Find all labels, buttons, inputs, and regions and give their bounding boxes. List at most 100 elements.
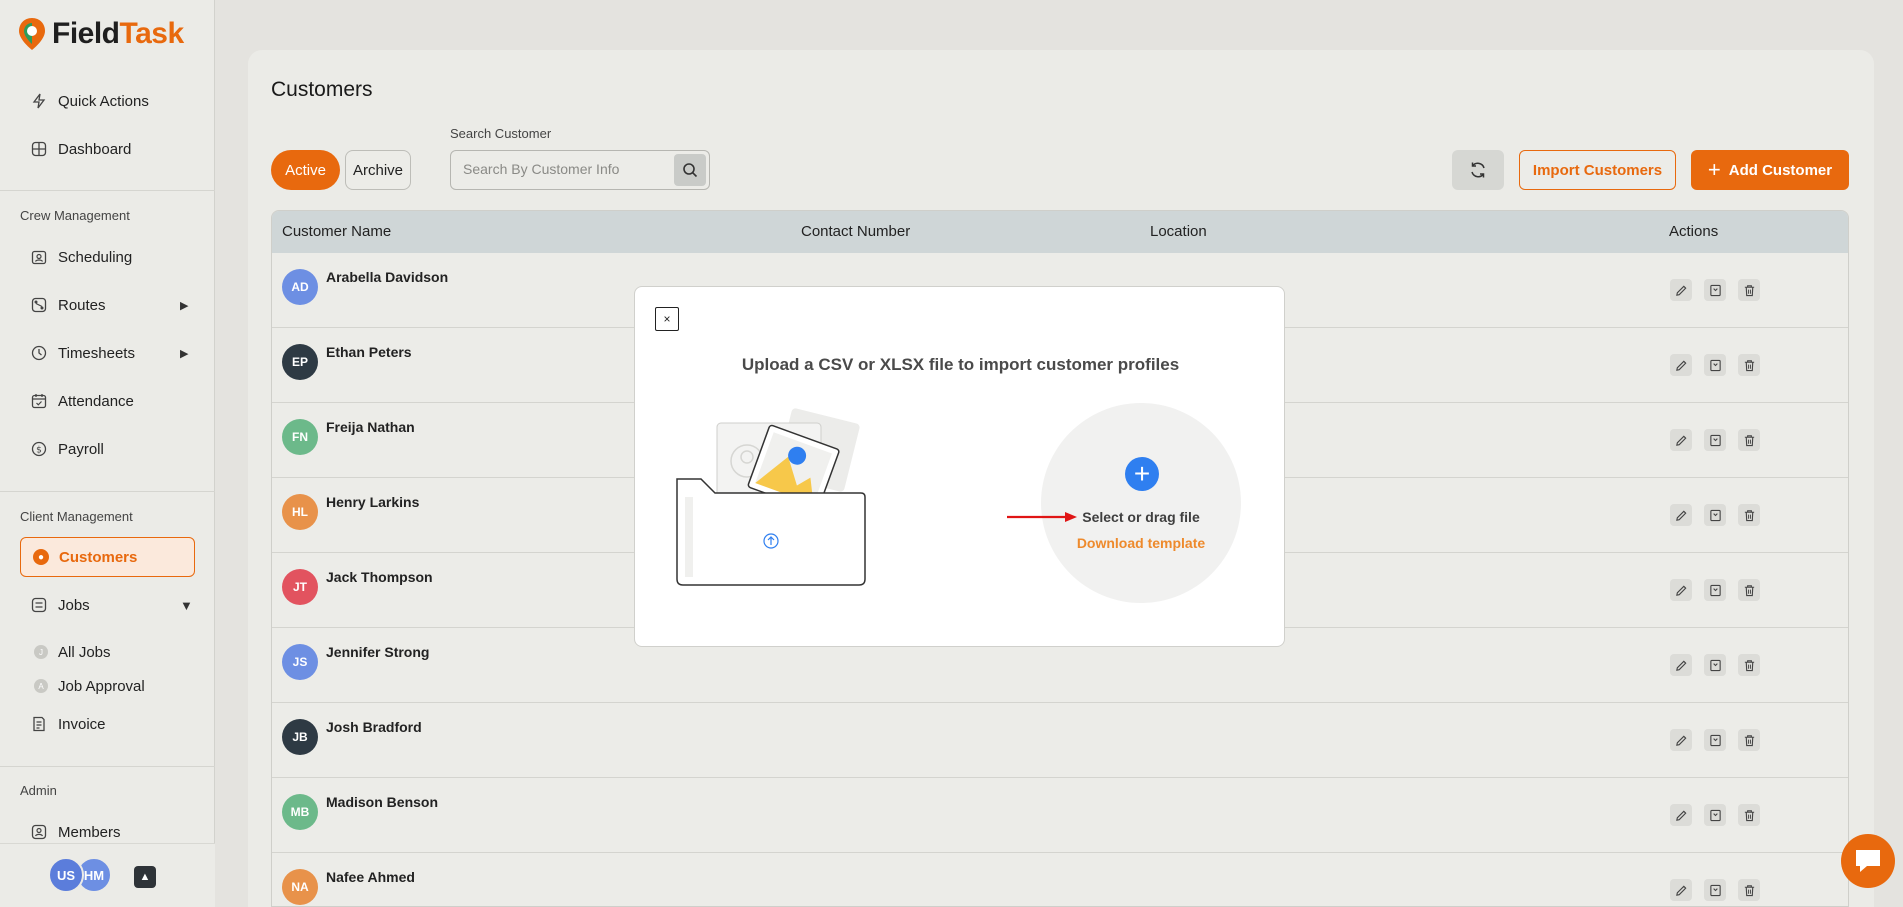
edit-icon[interactable] <box>1670 804 1692 826</box>
edit-icon[interactable] <box>1670 279 1692 301</box>
edit-icon[interactable] <box>1670 504 1692 526</box>
trash-icon[interactable] <box>1738 729 1760 751</box>
sidebar-item-timesheets[interactable]: Timesheets ▶ <box>30 338 188 368</box>
customer-name[interactable]: Nafee Ahmed <box>326 869 415 885</box>
trash-icon[interactable] <box>1738 804 1760 826</box>
trash-icon[interactable] <box>1738 879 1760 901</box>
sidebar: FieldTask Quick Actions Dashboard Crew M… <box>0 0 215 907</box>
svg-text:$: $ <box>36 446 42 456</box>
trash-icon[interactable] <box>1738 654 1760 676</box>
search-button[interactable] <box>674 154 706 186</box>
caret-down-icon[interactable]: ▼ <box>180 598 193 613</box>
sidebar-item-label: Attendance <box>58 392 134 410</box>
customer-avatar: HL <box>282 494 318 530</box>
edit-icon[interactable] <box>1670 654 1692 676</box>
sidebar-item-label: Routes <box>58 296 106 314</box>
refresh-icon <box>1471 162 1485 178</box>
trash-icon[interactable] <box>1738 354 1760 376</box>
archive-icon[interactable] <box>1704 654 1726 676</box>
table-row[interactable]: NA Nafee Ahmed <box>272 853 1848 906</box>
column-header-name: Customer Name <box>282 223 392 240</box>
sidebar-item-label: Timesheets <box>58 344 135 362</box>
customer-name[interactable]: Henry Larkins <box>326 494 419 510</box>
logo-pin-icon <box>19 18 45 50</box>
customer-avatar: NA <box>282 869 318 905</box>
dollar-icon: $ <box>30 440 48 458</box>
sidebar-item-attendance[interactable]: Attendance <box>30 386 134 416</box>
section-label-crew: Crew Management <box>20 208 130 223</box>
sidebar-footer: HM US ▲ <box>0 843 215 907</box>
edit-icon[interactable] <box>1670 879 1692 901</box>
customer-name[interactable]: Josh Bradford <box>326 719 422 735</box>
customer-name[interactable]: Madison Benson <box>326 794 438 810</box>
tab-archive[interactable]: Archive <box>345 150 411 190</box>
table-row[interactable]: JB Josh Bradford <box>272 703 1848 778</box>
trash-icon[interactable] <box>1738 579 1760 601</box>
archive-icon[interactable] <box>1704 354 1726 376</box>
column-header-contact: Contact Number <box>801 223 911 240</box>
customer-name[interactable]: Jennifer Strong <box>326 644 429 660</box>
sidebar-divider <box>0 766 215 767</box>
caret-right-icon[interactable]: ▶ <box>180 299 188 312</box>
sidebar-item-jobs[interactable]: Jobs ▼ <box>30 590 193 620</box>
sidebar-item-label: Jobs <box>58 596 90 614</box>
edit-icon[interactable] <box>1670 579 1692 601</box>
archive-icon[interactable] <box>1704 579 1726 601</box>
sidebar-item-routes[interactable]: Routes ▶ <box>30 290 188 320</box>
add-customer-button[interactable]: + Add Customer <box>1691 150 1849 190</box>
table-row[interactable]: MB Madison Benson <box>272 778 1848 853</box>
import-modal: × Upload a CSV or XLSX file to import cu… <box>634 286 1285 647</box>
trash-icon[interactable] <box>1738 504 1760 526</box>
edit-icon[interactable] <box>1670 429 1692 451</box>
calendar-check-icon <box>30 392 48 410</box>
trash-icon[interactable] <box>1738 429 1760 451</box>
app-logo[interactable]: FieldTask <box>18 14 184 54</box>
column-header-actions: Actions <box>1669 223 1719 240</box>
chat-widget-button[interactable] <box>1841 834 1895 888</box>
customer-avatar: FN <box>282 419 318 455</box>
customer-name[interactable]: Freija Nathan <box>326 419 415 435</box>
customer-name[interactable]: Ethan Peters <box>326 344 412 360</box>
sidebar-item-label: Invoice <box>58 715 106 733</box>
tab-active[interactable]: Active <box>271 150 340 190</box>
sidebar-item-payroll[interactable]: $ Payroll <box>30 434 104 464</box>
archive-icon[interactable] <box>1704 729 1726 751</box>
sidebar-item-dashboard[interactable]: Dashboard <box>30 134 131 164</box>
sidebar-item-customers[interactable]: ● Customers <box>20 537 195 577</box>
sidebar-item-label: Members <box>58 823 121 841</box>
close-button[interactable]: × <box>655 307 679 331</box>
sidebar-item-scheduling[interactable]: Scheduling <box>30 242 132 272</box>
file-drop-zone[interactable] <box>1041 403 1241 603</box>
archive-icon[interactable] <box>1704 279 1726 301</box>
customer-avatar: AD <box>282 269 318 305</box>
archive-icon[interactable] <box>1704 879 1726 901</box>
archive-icon[interactable] <box>1704 429 1726 451</box>
bolt-icon <box>30 92 48 110</box>
trash-icon[interactable] <box>1738 279 1760 301</box>
edit-icon[interactable] <box>1670 354 1692 376</box>
customer-avatar: JB <box>282 719 318 755</box>
upload-plus-icon[interactable]: + <box>1125 457 1159 491</box>
expand-up-icon[interactable]: ▲ <box>134 866 156 888</box>
refresh-button[interactable] <box>1452 150 1504 190</box>
sidebar-item-invoice[interactable]: Invoice <box>30 709 106 739</box>
edit-icon[interactable] <box>1670 729 1692 751</box>
customer-icon: ● <box>33 549 49 565</box>
select-file-label[interactable]: Select or drag file <box>1041 509 1241 525</box>
jobs-icon <box>30 596 48 614</box>
customer-name[interactable]: Arabella Davidson <box>326 269 448 285</box>
sidebar-subitem-job-approval[interactable]: A Job Approval <box>34 675 145 697</box>
plus-icon: + <box>1707 157 1721 182</box>
sidebar-subitem-all-jobs[interactable]: J All Jobs <box>34 641 111 663</box>
archive-icon[interactable] <box>1704 804 1726 826</box>
archive-icon[interactable] <box>1704 504 1726 526</box>
download-template-link[interactable]: Download template <box>1041 535 1241 551</box>
search-input[interactable] <box>463 161 663 177</box>
sidebar-divider <box>0 491 215 492</box>
customer-name[interactable]: Jack Thompson <box>326 569 433 585</box>
user-avatar[interactable]: US <box>48 857 84 893</box>
import-customers-button[interactable]: Import Customers <box>1519 150 1676 190</box>
sidebar-item-quick-actions[interactable]: Quick Actions <box>30 86 149 116</box>
caret-right-icon[interactable]: ▶ <box>180 347 188 360</box>
members-icon <box>30 823 48 841</box>
